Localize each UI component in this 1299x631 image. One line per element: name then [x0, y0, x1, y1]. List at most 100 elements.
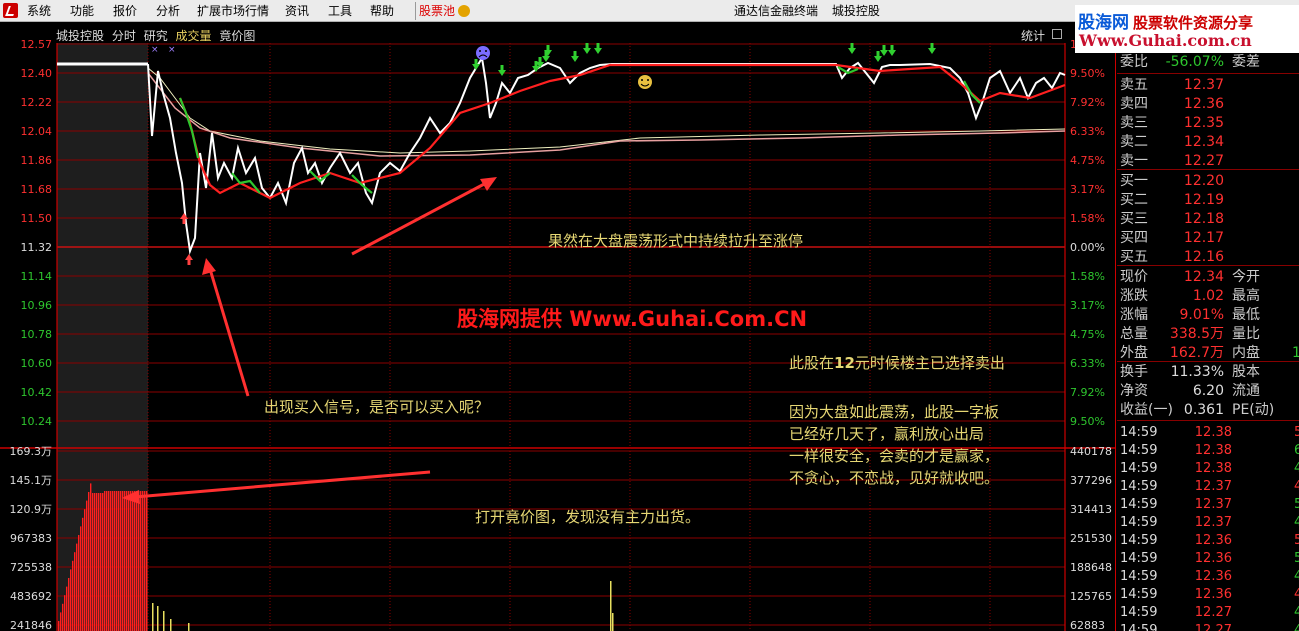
stat-label-2: PE(动): [1232, 402, 1275, 418]
tab-intraday[interactable]: 分时: [112, 29, 136, 43]
tick-extra: 5: [1294, 551, 1299, 566]
tick-time: 14:59: [1120, 605, 1158, 620]
auction-volume-bar: [74, 552, 76, 631]
auction-volume-bar: [88, 492, 90, 631]
tick-time: 14:59: [1120, 533, 1158, 548]
auction-volume-bar: [104, 491, 106, 631]
tick-price: 12.37: [1194, 515, 1232, 530]
divider: [1117, 169, 1299, 170]
auction-volume-bar: [128, 491, 130, 631]
auction-volume-bar: [142, 491, 144, 631]
tick-row: 14:59 12.27 4: [1117, 621, 1299, 631]
stat-label: 涨幅: [1120, 307, 1148, 323]
buy-signal-icon: [185, 254, 193, 265]
stock-pool-badge-icon: [458, 5, 471, 17]
menu-news[interactable]: 资讯: [285, 3, 309, 19]
auction-volume-bar: [120, 491, 122, 631]
stat-label: 换手: [1120, 364, 1148, 380]
site-watermark-logo: 股海网 股票软件资源分享 Www.Guhai.com.cn: [1075, 5, 1299, 53]
buy-level-price: 12.18: [1183, 211, 1224, 227]
menu-stock-pool[interactable]: 股票池: [419, 3, 471, 19]
tick-time: 14:59: [1120, 623, 1158, 631]
auction-volume-bar: [108, 491, 110, 631]
tick-price: 12.36: [1194, 569, 1232, 584]
auction-volume-bar: [134, 491, 136, 631]
tick-extra: 6: [1294, 443, 1299, 458]
divider: [1117, 73, 1299, 74]
sell-level-label: 卖五: [1120, 77, 1148, 93]
stats-toggle-icon[interactable]: [1052, 29, 1062, 39]
tick-time: 14:59: [1120, 443, 1158, 458]
tick-extra: 4: [1294, 623, 1299, 631]
tick-extra: 4: [1294, 461, 1299, 476]
tick-extra: 4: [1294, 587, 1299, 602]
volume-bar: [170, 619, 172, 631]
sell-signal-icon: [472, 59, 480, 70]
menu-system[interactable]: 系统: [27, 3, 51, 19]
cross-marker-icon: ×: [168, 45, 176, 55]
auction-volume-bar: [118, 491, 120, 631]
stat-value: 6.20: [1192, 383, 1224, 399]
tab-research[interactable]: 研究: [144, 29, 168, 43]
tick-time: 14:59: [1120, 569, 1158, 584]
auction-volume-bar: [76, 543, 78, 631]
auction-volume-bar: [64, 595, 66, 631]
tick-price: 12.38: [1194, 425, 1232, 440]
auction-volume-bar: [68, 578, 70, 631]
price-axis-label: 11.86: [21, 154, 53, 167]
menu-tools[interactable]: 工具: [328, 3, 352, 19]
price-axis-label: 11.68: [21, 183, 53, 196]
price-axis-label: 12.22: [21, 96, 53, 109]
price-axis-label: 10.42: [21, 386, 53, 399]
percent-axis-label: 7.92%: [1070, 386, 1105, 399]
auction-volume-bar: [96, 493, 98, 631]
auction-volume-bar: [58, 621, 60, 631]
tick-time: 14:59: [1120, 425, 1158, 440]
volume-axis-label: 483692: [10, 590, 52, 603]
divider: [1117, 265, 1299, 266]
price-axis-label: 12.04: [21, 125, 53, 138]
percent-axis-label: 0.00%: [1070, 241, 1105, 254]
order-ratio-value: -56.07%: [1165, 54, 1224, 70]
sell-level-price: 12.36: [1183, 96, 1224, 112]
quote-stat-row: 换手 11.33% 股本: [1117, 363, 1299, 382]
volume-right-axis-label: 314413: [1070, 503, 1112, 516]
tick-row: 14:59 12.36 5: [1117, 531, 1299, 550]
menu-function[interactable]: 功能: [70, 3, 94, 19]
frown-face-icon: [476, 46, 490, 60]
tick-time: 14:59: [1120, 515, 1158, 530]
signal-markers: × ×: [151, 43, 936, 265]
stat-value: 11.33%: [1170, 364, 1224, 380]
volume-axis-label: 169.3万: [10, 445, 53, 458]
auction-volume-bar: [100, 493, 102, 631]
sell-order-row: 卖三 12.35: [1117, 114, 1299, 133]
average-price-line: [147, 67, 1066, 154]
menu-help[interactable]: 帮助: [370, 3, 394, 19]
volume-bar: [610, 581, 612, 631]
window-title: 通达信金融终端 城投控股: [734, 3, 890, 19]
tick-row: 14:59 12.37 4: [1117, 513, 1299, 532]
sell-order-row: 卖四 12.36: [1117, 95, 1299, 114]
auction-volume-bar: [80, 526, 82, 631]
intraday-chart-area[interactable]: × × 12.57 12.40 12.22 12.04 11.86 11.68 11.50 11…: [0, 23, 1116, 631]
buy-level-label: 买四: [1120, 230, 1148, 246]
stat-label: 现价: [1120, 269, 1148, 285]
tab-volume[interactable]: 成交量: [176, 29, 212, 43]
tick-time: 14:59: [1120, 479, 1158, 494]
auction-volume-bar: [130, 491, 132, 631]
tick-price: 12.36: [1194, 551, 1232, 566]
stats-button[interactable]: 统计: [1021, 27, 1045, 44]
percent-axis-label: 3.17%: [1070, 299, 1105, 312]
menu-extended-market[interactable]: 扩展市场行情: [197, 3, 269, 19]
chart-stock-name: 城投控股: [56, 29, 105, 43]
menu-quote[interactable]: 报价: [113, 3, 137, 19]
volume-right-axis-label: 62883: [1070, 619, 1105, 631]
quote-panel: 委比 -56.07% 委差 卖五 12.37 卖四 12.36 卖三 12.35 卖二 12.…: [1117, 53, 1299, 631]
menu-analysis[interactable]: 分析: [156, 3, 180, 19]
percent-axis-label: 9.50%: [1070, 67, 1105, 80]
tab-auction-chart[interactable]: 竟价图: [219, 29, 255, 43]
tick-price: 12.37: [1194, 497, 1232, 512]
quote-stat-row: 收益(一) 0.361 PE(动): [1117, 401, 1299, 420]
chart-header: 城投控股 分时 研究 成交量 竟价图: [56, 27, 259, 44]
app-logo-icon[interactable]: [3, 3, 18, 18]
